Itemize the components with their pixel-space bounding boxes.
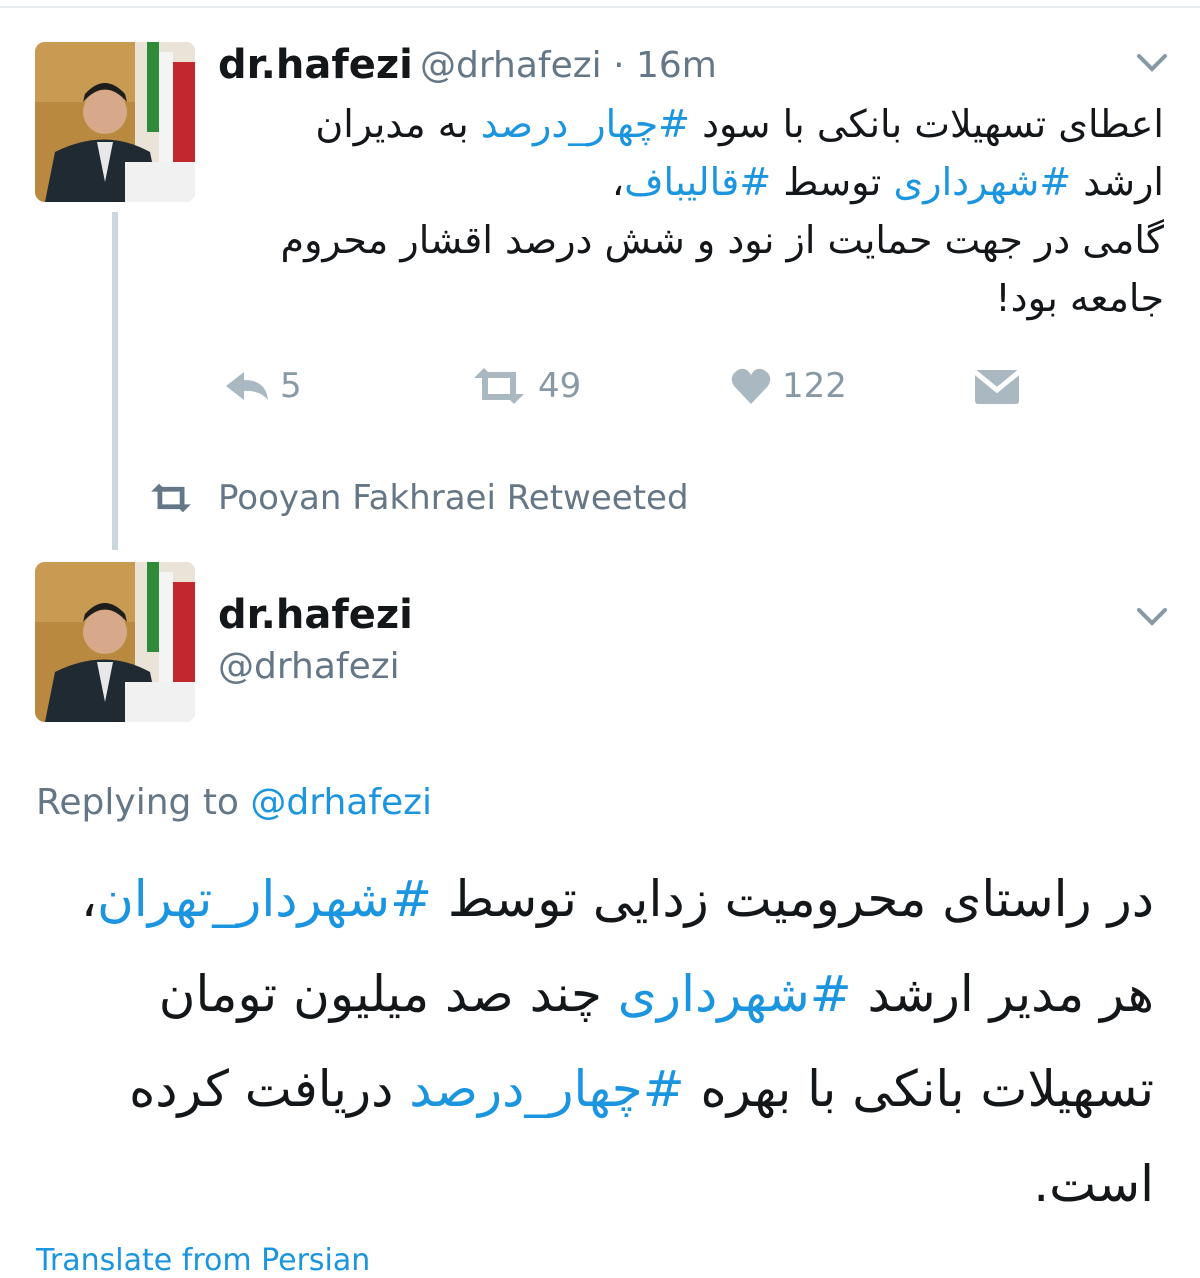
tweet-text-line: اعطای تسهیلات بانکی با سود #چهار_درصد به… — [234, 95, 1164, 153]
tweet-text-segment: در راستای محرومیت زدایی توسط — [431, 870, 1154, 928]
heart-icon — [731, 368, 771, 404]
chevron-down-icon[interactable] — [1136, 606, 1168, 632]
chevron-down-icon[interactable] — [1136, 52, 1168, 78]
tweet-text-segment: به مدیران — [315, 102, 481, 146]
like-count: 122 — [782, 366, 847, 406]
author-name[interactable]: dr.hafezi — [218, 42, 413, 88]
tweet-text-segment: هر مدیر ارشد — [851, 965, 1154, 1023]
retweet-count: 49 — [538, 366, 582, 406]
tweet-text-segment: گامی در جهت حمایت از نود و شش درصد اقشار… — [280, 218, 1164, 262]
retweet-button[interactable]: 49 — [470, 366, 581, 406]
tweet-text-line: هر مدیر ارشد #شهرداری چند صد میلیون توما… — [44, 947, 1154, 1042]
replying-to: Replying to @drhafezi — [36, 782, 432, 823]
hashtag-link[interactable]: #شهرداری — [618, 965, 852, 1023]
retweet-icon — [151, 483, 191, 513]
direct-message-button[interactable] — [973, 370, 1021, 408]
tweet-text-line: تسهیلات بانکی با بهره #چهار_درصد دریافت … — [44, 1042, 1154, 1137]
reply-icon — [226, 372, 268, 400]
author-handle-text[interactable]: @drhafezi — [420, 45, 602, 86]
tweet-text-segment: توسط — [771, 160, 894, 204]
author-handle[interactable]: @drhafezi — [218, 646, 400, 687]
retweet-notice-text: Pooyan Fakhraei Retweeted — [218, 478, 689, 518]
hashtag-link[interactable]: #شهردار_تهران — [97, 870, 432, 928]
tweet-text-segment: دریافت کرده — [129, 1060, 410, 1118]
tweet-time[interactable]: 16m — [636, 45, 717, 86]
tweet-text-segment: جامعه بود! — [995, 276, 1164, 320]
hashtag-link[interactable]: #قالیباف — [624, 160, 771, 204]
dot-separator: · — [613, 45, 625, 86]
replying-handle-link[interactable]: @drhafezi — [250, 782, 432, 823]
avatar[interactable] — [35, 42, 195, 202]
reply-button[interactable]: 5 — [222, 366, 302, 406]
tweet-text-segment: ، — [80, 870, 98, 928]
tweet-text-line: گامی در جهت حمایت از نود و شش درصد اقشار… — [234, 211, 1164, 269]
hashtag-link[interactable]: #چهار_درصد — [481, 102, 690, 146]
like-button[interactable]: 122 — [730, 366, 847, 406]
tweet-text: در راستای محرومیت زدایی توسط #شهردار_تهر… — [44, 852, 1154, 1232]
tweet-text: اعطای تسهیلات بانکی با سود #چهار_درصد به… — [234, 95, 1164, 327]
retweet-icon — [474, 368, 524, 404]
tweet-text-line: در راستای محرومیت زدایی توسط #شهردار_تهر… — [44, 852, 1154, 947]
top-divider — [0, 6, 1200, 8]
avatar[interactable] — [35, 562, 195, 722]
tweet-text-line: جامعه بود! — [234, 269, 1164, 327]
tweet-text-segment: اعطای تسهیلات بانکی با سود — [690, 102, 1164, 146]
author-handle[interactable]: @drhafezi · 16m — [420, 45, 717, 86]
tweet-text-segment: چند صد میلیون تومان — [158, 965, 618, 1023]
hashtag-link[interactable]: #چهار_درصد — [409, 1060, 684, 1118]
tweet-text-line: است. — [44, 1137, 1154, 1232]
tweet-text-segment: ، — [611, 160, 625, 204]
retweet-notice[interactable]: Pooyan Fakhraei Retweeted — [148, 478, 689, 518]
translate-link[interactable]: Translate from Persian — [36, 1243, 370, 1278]
avatar-image — [35, 42, 195, 202]
hashtag-link[interactable]: #شهرداری — [893, 160, 1071, 204]
tweet-text-line: ارشد #شهرداری توسط #قالیباف، — [234, 153, 1164, 211]
envelope-icon — [973, 370, 1021, 404]
reply-count: 5 — [280, 366, 302, 406]
replying-prefix: Replying to — [36, 782, 239, 823]
tweet-text-segment: است. — [1033, 1155, 1154, 1213]
author-name[interactable]: dr.hafezi — [218, 592, 413, 638]
thread-line — [112, 212, 118, 550]
avatar-image — [35, 562, 195, 722]
tweet-text-segment: ارشد — [1071, 160, 1164, 204]
tweet-text-segment: تسهیلات بانکی با بهره — [684, 1060, 1155, 1118]
